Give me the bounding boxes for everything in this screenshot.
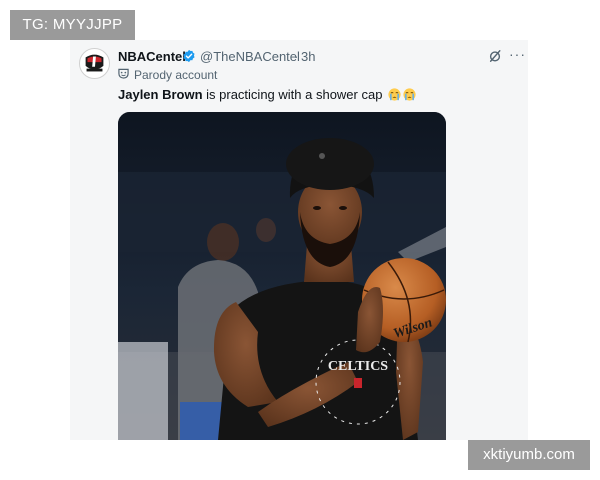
tweet-text-bold: Jaylen Brown: [118, 87, 203, 102]
player-photo: CELTICS Wilson: [118, 112, 446, 440]
page: TG: MYYJJPP NBACentel @TheNBACentel · 3h…: [0, 0, 600, 480]
jersey-text: CELTICS: [328, 359, 388, 374]
verified-badge-icon: [183, 49, 195, 63]
grok-icon[interactable]: [488, 49, 502, 63]
parody-account-label: Parody account: [134, 68, 218, 82]
tweet-timestamp[interactable]: 3h: [301, 49, 315, 64]
nbacentel-logo: [80, 49, 109, 78]
parody-mask-icon: [118, 68, 129, 79]
tweet-card[interactable]: NBACentel @TheNBACentel · 3h ··· Parody …: [70, 40, 528, 440]
more-options-icon[interactable]: ···: [509, 46, 526, 62]
loudly-crying-face-emoji: [403, 88, 416, 101]
tweet-text-rest: is practicing with a shower cap: [202, 87, 383, 102]
loudly-crying-face-emoji: [388, 88, 401, 101]
tweet-text: Jaylen Brown is practicing with a shower…: [118, 87, 416, 102]
account-name[interactable]: NBACentel: [118, 49, 186, 64]
meta-separator: ·: [294, 49, 299, 64]
account-avatar[interactable]: [79, 48, 110, 79]
watermark-bottom-right: xktiyumb.com: [468, 440, 590, 470]
account-handle[interactable]: @TheNBACentel: [200, 49, 300, 64]
watermark-top-left: TG: MYYJJPP: [10, 10, 135, 40]
tweet-photo[interactable]: CELTICS Wilson: [118, 112, 446, 440]
